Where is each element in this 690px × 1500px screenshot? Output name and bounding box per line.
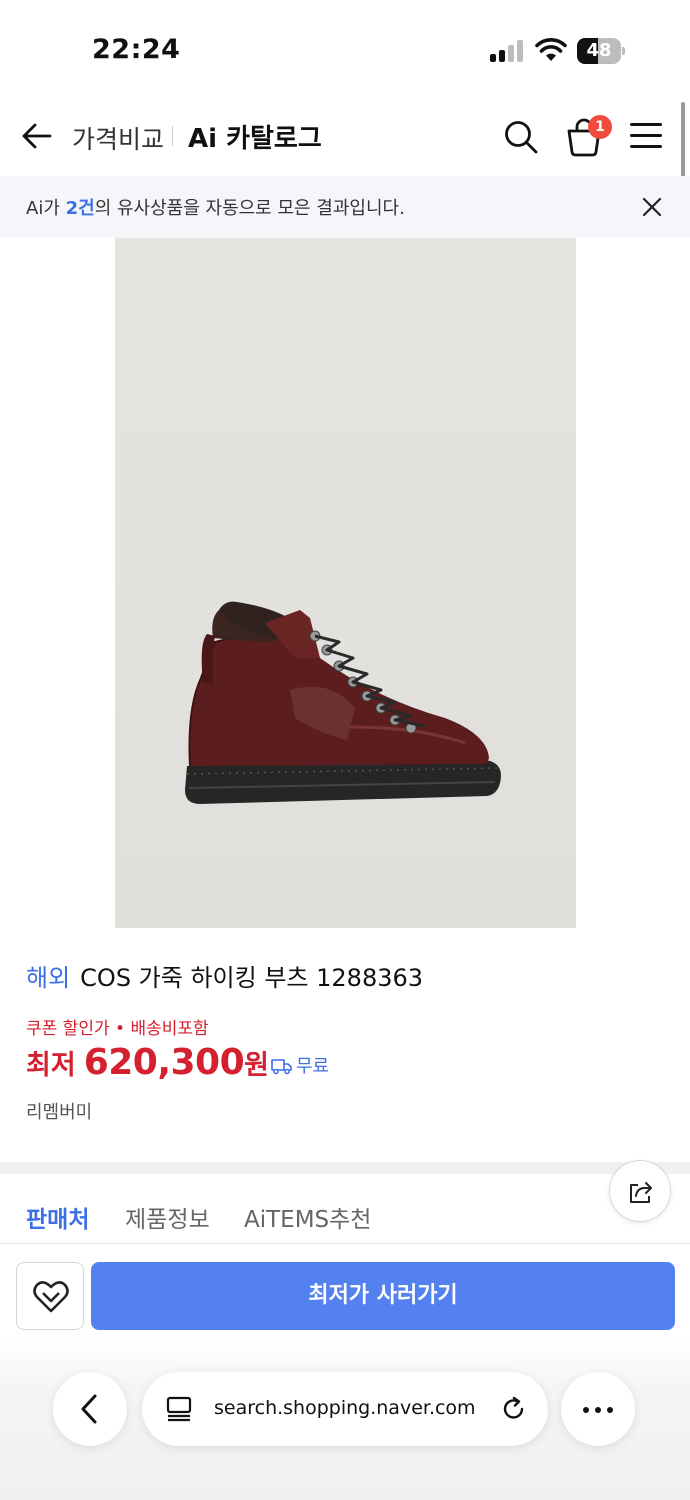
page-title: Ai 카탈로그 — [188, 124, 322, 154]
product-title: 해외 COS 가죽 하이킹 부츠 1288363 — [26, 958, 423, 993]
ai-notice-banner: Ai가 2건의 유사상품을 자동으로 모은 결과입니다. — [0, 176, 690, 238]
search-button[interactable] — [502, 118, 540, 156]
favorite-button[interactable] — [16, 1262, 84, 1330]
browser-back-button[interactable] — [53, 1372, 127, 1446]
promo-text: 쿠폰 할인가 • 배송비포함 — [26, 1019, 209, 1039]
battery-icon: 48 — [577, 38, 625, 64]
product-name: COS 가죽 하이킹 부츠 1288363 — [80, 964, 424, 992]
more-icon — [583, 1407, 589, 1413]
tab-sellers[interactable]: 판매처 — [26, 1200, 89, 1234]
reload-icon[interactable] — [500, 1395, 528, 1423]
overseas-tag: 해외 — [26, 964, 71, 992]
share-icon — [630, 1182, 652, 1203]
truck-icon — [271, 1059, 292, 1075]
address-bar[interactable]: search.shopping.naver.com — [142, 1372, 548, 1446]
search-icon — [505, 121, 538, 154]
price-row: 최저 620,300원 — [26, 1042, 269, 1086]
tabs-icon[interactable] — [166, 1396, 192, 1422]
tab-product-info[interactable]: 제품정보 — [125, 1200, 210, 1234]
breadcrumb[interactable]: 가격비교 — [72, 120, 164, 156]
shipping-info: 무료 — [271, 1052, 329, 1078]
tab-aitems[interactable]: AiTEMS추천 — [244, 1200, 371, 1234]
shipping-label: 무료 — [296, 1056, 330, 1077]
battery-level: 48 — [586, 40, 612, 61]
notice-count: 2건 — [65, 198, 95, 219]
price-value: 620,300 — [83, 1042, 245, 1083]
tab-bar: 판매처 제품정보 AiTEMS추천 — [0, 1174, 690, 1244]
price-unit: 원 — [244, 1050, 269, 1081]
seller-name[interactable]: 리멤버미 — [26, 1098, 92, 1124]
status-time: 22:24 — [92, 34, 181, 65]
more-button[interactable] — [561, 1372, 635, 1446]
menu-button[interactable] — [630, 123, 662, 149]
signal-icon — [490, 40, 524, 62]
back-arrow-icon — [22, 123, 52, 149]
wifi-icon — [535, 37, 567, 63]
notice-close-button[interactable] — [641, 196, 663, 218]
product-image[interactable] — [115, 238, 576, 928]
price-label: 최저 — [26, 1050, 76, 1081]
url-text[interactable]: search.shopping.naver.com — [214, 1397, 484, 1419]
buy-lowest-price-button[interactable]: 최저가 사러가기 — [91, 1262, 675, 1330]
section-divider — [0, 1162, 690, 1174]
heart-icon — [33, 1281, 69, 1313]
cart-count-badge: 1 — [588, 115, 612, 139]
chevron-left-icon — [81, 1394, 97, 1424]
status-bar: 22:24 48 — [0, 0, 690, 100]
breadcrumb-divider — [172, 126, 173, 146]
back-button[interactable] — [20, 118, 56, 154]
menu-icon — [630, 123, 662, 126]
app-header: 가격비교 Ai 카탈로그 — [0, 100, 690, 176]
close-icon — [642, 197, 662, 217]
notice-text: Ai가 2건의 유사상품을 자동으로 모은 결과입니다. — [26, 198, 405, 219]
share-button[interactable] — [609, 1160, 671, 1222]
